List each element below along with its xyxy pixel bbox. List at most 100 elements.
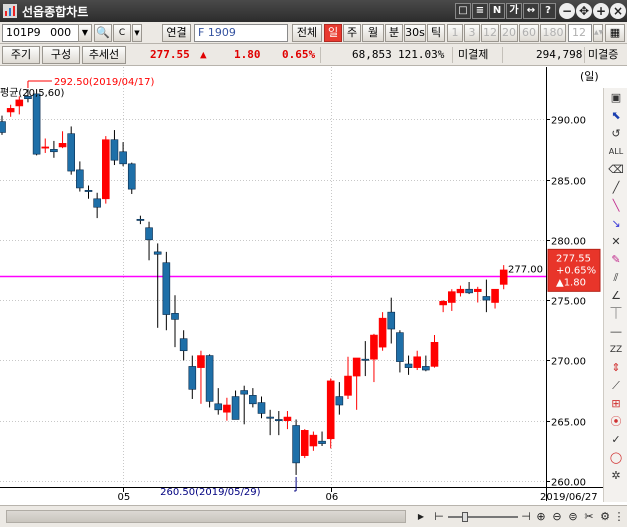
- zoom-in-icon[interactable]: ⊕: [534, 510, 548, 524]
- interval-60-button[interactable]: 60: [519, 24, 539, 42]
- code-value: 101P9: [6, 26, 41, 39]
- last-price-box-line: 277.55: [556, 253, 591, 264]
- interval-spinner-icon[interactable]: ▲▼: [593, 24, 603, 42]
- undo-icon[interactable]: ↺: [607, 126, 625, 142]
- all-delete-icon[interactable]: ALL: [607, 144, 625, 160]
- window-new-button[interactable]: N: [489, 3, 505, 19]
- pointer-icon[interactable]: ⬉: [607, 108, 625, 124]
- circle-tool-icon[interactable]: ◯: [607, 450, 625, 466]
- candlestick-chart[interactable]: 290.00 285.00 280.00 275.00 270.00 265.00 260.…: [0, 67, 627, 507]
- code-dropdown-icon[interactable]: ▼: [78, 24, 92, 42]
- period-day-tab[interactable]: 일: [324, 24, 342, 42]
- more-icon[interactable]: ⋮: [612, 510, 626, 524]
- angle-tool-icon[interactable]: ∠: [607, 288, 625, 304]
- zoom-reset-icon[interactable]: ⊜: [566, 510, 580, 524]
- cross-tool-icon[interactable]: ✕: [607, 234, 625, 250]
- zoom-slider-track[interactable]: [448, 516, 518, 518]
- speed-line-icon[interactable]: ⟋: [607, 378, 625, 394]
- settings-icon[interactable]: ⚙: [598, 510, 612, 524]
- separator: [502, 47, 503, 63]
- open-interest: 294,798: [536, 48, 583, 61]
- minimize-icon[interactable]: −: [559, 3, 575, 19]
- toolbar-options-icon[interactable]: ▦: [605, 24, 625, 42]
- high-annotation: 292.50(2019/04/17): [54, 77, 155, 88]
- current-price: 277.55: [150, 48, 190, 61]
- period-month-tab[interactable]: 월: [362, 24, 384, 42]
- period-tick-tab[interactable]: 틱: [427, 24, 445, 42]
- candle-down: [422, 366, 430, 371]
- period-minute-tab[interactable]: 분: [385, 24, 403, 42]
- scroll-end-icon[interactable]: ⊣: [519, 510, 533, 524]
- channel-tool-icon[interactable]: ⫽: [607, 270, 625, 286]
- line-tool-icon[interactable]: ╱: [607, 180, 625, 196]
- window-layout-button[interactable]: □: [455, 3, 471, 19]
- window-help-button[interactable]: ?: [540, 3, 556, 19]
- code-input[interactable]: 101P9 000: [2, 24, 90, 42]
- candle-down: [465, 288, 473, 294]
- candle-up: [6, 108, 15, 113]
- candle-down: [32, 93, 41, 155]
- scroll-right-icon[interactable]: ▶: [414, 510, 428, 524]
- compare-icon[interactable]: C: [113, 24, 131, 42]
- text-tool-icon[interactable]: ✲: [607, 468, 625, 484]
- pen-tool-icon[interactable]: ✎: [607, 252, 625, 268]
- interval-12-button[interactable]: 12: [481, 24, 499, 42]
- vertical-line-icon[interactable]: ⏉: [607, 306, 625, 322]
- compare-dropdown-icon[interactable]: ▼: [132, 24, 142, 42]
- all-button[interactable]: 전체: [292, 24, 322, 42]
- candle-down: [188, 366, 197, 390]
- chart-scrollbar[interactable]: [6, 510, 406, 523]
- candle-down: [240, 390, 248, 395]
- y-tick-label: 260.00: [551, 478, 586, 489]
- interval-3-button[interactable]: 3: [464, 24, 480, 42]
- candle-down: [0, 121, 6, 133]
- link-button[interactable]: 연결: [162, 24, 191, 42]
- candle-down: [127, 163, 136, 190]
- maximize-icon[interactable]: +: [593, 3, 609, 19]
- scroll-start-icon[interactable]: ⊢: [432, 510, 446, 524]
- cycle-tool-icon[interactable]: ⦿: [607, 414, 625, 430]
- trend-tool-icon[interactable]: ╲: [607, 198, 625, 214]
- close-icon[interactable]: ×: [610, 3, 626, 19]
- period-30s-tab[interactable]: 30s: [404, 24, 426, 42]
- trendline-button[interactable]: 추세선: [82, 46, 126, 64]
- zigzag-tool-icon[interactable]: ZZ: [607, 342, 625, 358]
- window-title: 선옵종합차트: [22, 5, 89, 19]
- title-bar: 선옵종합차트 □ ≡ N 가 ↔ ? − ✥ + ×: [0, 0, 627, 22]
- fibo-tool-icon[interactable]: ⇕: [607, 360, 625, 376]
- window-link-button[interactable]: ↔: [523, 3, 539, 19]
- eraser-icon[interactable]: ⌫: [607, 162, 625, 178]
- window-menu-button[interactable]: ≡: [472, 3, 488, 19]
- zoom-slider-handle[interactable]: [462, 512, 468, 522]
- hline-tool-icon[interactable]: ―: [607, 324, 625, 340]
- compose-button[interactable]: 구성: [42, 46, 80, 64]
- candle-down: [335, 396, 344, 406]
- zoom-out-icon[interactable]: ⊖: [550, 510, 564, 524]
- chart-canvas[interactable]: 290.00 285.00 280.00 275.00 270.00 265.00 260.…: [0, 67, 627, 507]
- candle-down: [249, 395, 257, 405]
- move-icon[interactable]: ✥: [576, 3, 592, 19]
- chart-app-icon: [3, 4, 17, 18]
- fan-tool-icon[interactable]: ✓: [607, 432, 625, 448]
- window-toggle-icon[interactable]: ▣: [607, 90, 625, 106]
- contract-field[interactable]: F 1909: [194, 24, 288, 42]
- open-interest-label: 미결제: [458, 48, 489, 61]
- period-week-tab[interactable]: 주: [343, 24, 361, 42]
- window-font-button[interactable]: 가: [506, 3, 522, 19]
- ray-tool-icon[interactable]: ↘: [607, 216, 625, 232]
- ma-legend: 평균(20,5,60): [0, 87, 64, 99]
- gann-tool-icon[interactable]: ⊞: [607, 396, 625, 412]
- tools-icon[interactable]: ✂: [582, 510, 596, 524]
- interval-180-button[interactable]: 180: [540, 24, 566, 42]
- interval-input[interactable]: 12: [568, 24, 592, 42]
- period-button[interactable]: 주기: [2, 46, 40, 64]
- search-icon[interactable]: 🔍: [94, 24, 112, 42]
- interval-1-button[interactable]: 1: [447, 24, 463, 42]
- last-price-box-line: ▲1.80: [556, 277, 586, 288]
- interval-20-button[interactable]: 20: [500, 24, 518, 42]
- candle-down: [162, 262, 171, 315]
- volume-ratio: 121.03%: [398, 48, 445, 61]
- candle-up: [344, 375, 352, 396]
- candle-down: [50, 149, 58, 153]
- candle-down: [76, 169, 84, 189]
